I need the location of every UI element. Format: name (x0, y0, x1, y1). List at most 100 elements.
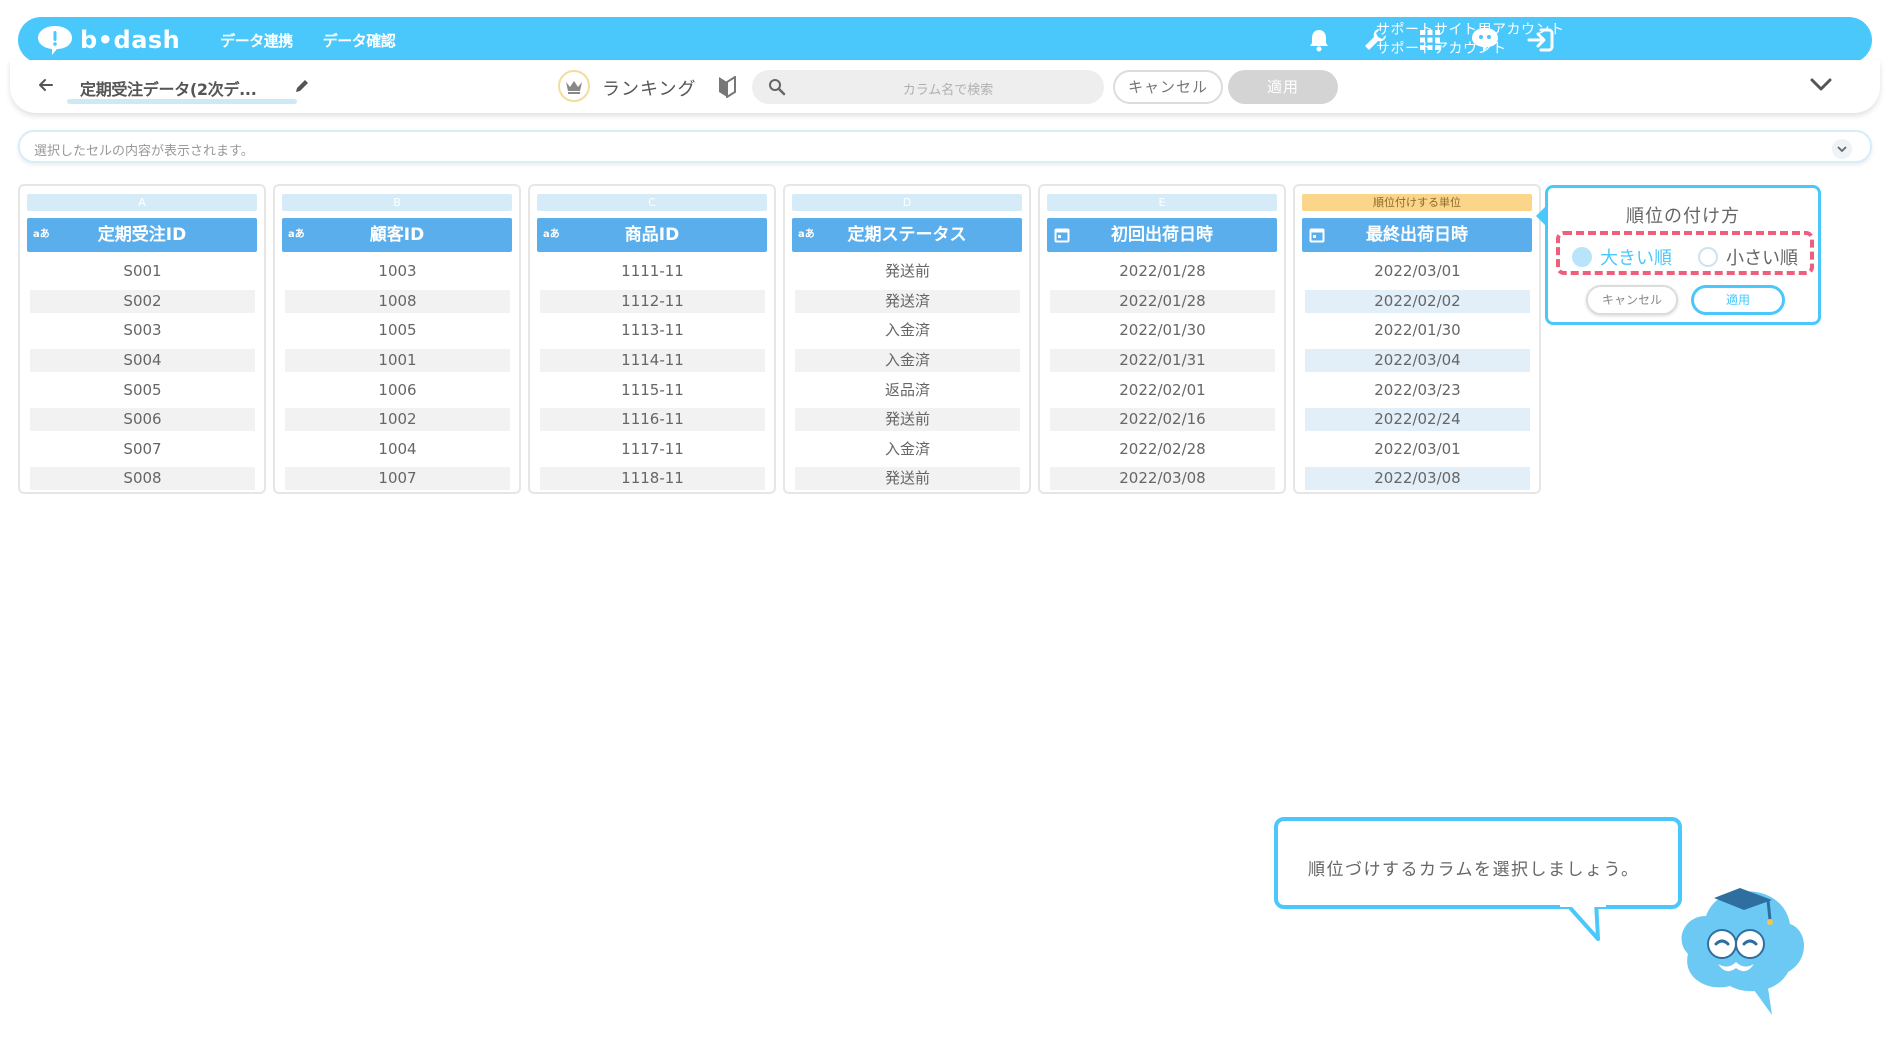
table-cell[interactable]: 2022/02/16 (1050, 408, 1275, 431)
column-card-c[interactable]: C aあ 商品ID 1111-11 1112-11 1113-11 1114-1… (528, 184, 776, 494)
table-cell[interactable]: 2022/03/23 (1305, 379, 1530, 402)
radio-ascending[interactable]: 小さい順 (1698, 244, 1798, 270)
table-cell[interactable]: 2022/03/08 (1305, 467, 1530, 490)
column-card-b[interactable]: B aあ 顧客ID 1003 1008 1005 1001 1006 1002 … (273, 184, 521, 494)
table-cell[interactable]: 2022/02/28 (1050, 438, 1275, 461)
table-cell[interactable]: 2022/03/01 (1305, 260, 1530, 283)
table-cell[interactable]: 1116-11 (540, 408, 765, 431)
column-search-input[interactable]: カラム名で検索 (752, 70, 1104, 104)
pencil-icon[interactable] (294, 78, 310, 98)
column-header[interactable]: aあ 定期受注ID (27, 218, 257, 252)
table-cell[interactable]: S008 (30, 467, 255, 490)
table-cell[interactable]: 1004 (285, 438, 510, 461)
table-cell[interactable]: S003 (30, 319, 255, 342)
calendar-icon (1054, 228, 1070, 243)
table-cell[interactable]: 1005 (285, 319, 510, 342)
column-header[interactable]: aあ 商品ID (537, 218, 767, 252)
text-type-icon: aあ (33, 229, 50, 240)
top-navbar: b•dash データ連携 データ確認 サポートサイト用アカウント サポートアカウ… (18, 17, 1872, 63)
table-cell[interactable]: 2022/01/28 (1050, 260, 1275, 283)
table-cell[interactable]: 発送前 (795, 467, 1020, 490)
table-cell[interactable]: 2022/03/01 (1305, 438, 1530, 461)
column-card-f[interactable]: 順位付けする単位 最終出荷日時 2022/03/01 2022/02/02 20… (1293, 184, 1541, 494)
column-header[interactable]: aあ 顧客ID (282, 218, 512, 252)
table-cell[interactable]: 1115-11 (540, 379, 765, 402)
sheet-name[interactable]: 定期受注データ(2次デ... (80, 76, 257, 100)
grid-icon[interactable] (1413, 23, 1447, 57)
radio-selected-icon (1572, 247, 1592, 267)
logout-icon[interactable] (1523, 23, 1557, 57)
crown-icon (558, 70, 590, 102)
table-cell[interactable]: 1002 (285, 408, 510, 431)
table-cell[interactable]: 2022/01/28 (1050, 290, 1275, 313)
chevron-down-icon[interactable] (1810, 77, 1832, 96)
table-cell[interactable]: 1008 (285, 290, 510, 313)
balloon-tail (1560, 901, 1606, 941)
popover-apply-button[interactable]: 適用 (1691, 285, 1785, 315)
table-cell[interactable]: 1118-11 (540, 467, 765, 490)
logo-text: b•dash (80, 26, 181, 54)
table-cell[interactable]: 1006 (285, 379, 510, 402)
table-cell[interactable]: 1117-11 (540, 438, 765, 461)
table-cell[interactable]: 2022/01/30 (1050, 319, 1275, 342)
table-cell[interactable]: S005 (30, 379, 255, 402)
table-cell[interactable]: 入金済 (795, 438, 1020, 461)
back-arrow-icon[interactable] (38, 77, 54, 97)
popover-cancel-button[interactable]: キャンセル (1586, 285, 1678, 315)
apply-button[interactable]: 適用 (1228, 70, 1338, 104)
column-header[interactable]: 初回出荷日時 (1047, 218, 1277, 252)
table-cell[interactable]: S007 (30, 438, 255, 461)
radio-descending[interactable]: 大きい順 (1572, 244, 1672, 270)
bell-icon[interactable] (1302, 23, 1336, 57)
table-cell[interactable]: 発送前 (795, 260, 1020, 283)
table-cell[interactable]: S001 (30, 260, 255, 283)
table-cell[interactable]: S002 (30, 290, 255, 313)
nav-data-integration[interactable]: データ連携 (220, 30, 293, 51)
table-cell[interactable]: 1001 (285, 349, 510, 372)
table-cell[interactable]: 2022/02/02 (1305, 290, 1530, 313)
mascot-icon (1681, 888, 1804, 1015)
sheet-toolbar: 定期受注データ(2次デ... ランキング カラム名で検索 キャンセル 適用 (10, 60, 1880, 113)
table-cell[interactable]: S006 (30, 408, 255, 431)
nav-data-check[interactable]: データ確認 (323, 30, 396, 51)
table-cell[interactable]: 1003 (285, 260, 510, 283)
table-cell[interactable]: 入金済 (795, 349, 1020, 372)
column-card-d[interactable]: D aあ 定期ステータス 発送前 発送済 入金済 入金済 返品済 発送前 入金済… (783, 184, 1031, 494)
popover-title: 順位の付け方 (1626, 206, 1740, 227)
cancel-button[interactable]: キャンセル (1113, 70, 1223, 104)
expand-chevron-icon[interactable] (1832, 139, 1852, 159)
table-cell[interactable]: S004 (30, 349, 255, 372)
table-cell[interactable]: 1007 (285, 467, 510, 490)
ranking-order-popover: 順位の付け方 大きい順 小さい順 キャンセル 適用 (1536, 185, 1821, 325)
table-cell[interactable]: 1114-11 (540, 349, 765, 372)
radio-descending-label: 大きい順 (1600, 248, 1672, 269)
table-cell[interactable]: 2022/02/24 (1305, 408, 1530, 431)
table-cell[interactable]: 1113-11 (540, 319, 765, 342)
wrench-icon[interactable] (1358, 23, 1392, 57)
table-cell[interactable]: 1111-11 (540, 260, 765, 283)
table-cell[interactable]: 発送前 (795, 408, 1020, 431)
table-cell[interactable]: 1112-11 (540, 290, 765, 313)
table-cell[interactable]: 発送済 (795, 290, 1020, 313)
column-letter: C (537, 194, 767, 211)
beginner-mark-icon[interactable] (718, 75, 736, 102)
table-cell[interactable]: 2022/03/08 (1050, 467, 1275, 490)
column-card-a[interactable]: A aあ 定期受注ID S001 S002 S003 S004 S005 S00… (18, 184, 266, 494)
chat-bot-icon[interactable] (1468, 23, 1502, 57)
table-cell[interactable]: 返品済 (795, 379, 1020, 402)
text-type-icon: aあ (798, 229, 815, 240)
radio-ascending-label: 小さい順 (1726, 248, 1798, 269)
table-cell[interactable]: 2022/02/01 (1050, 379, 1275, 402)
column-header[interactable]: aあ 定期ステータス (792, 218, 1022, 252)
table-cell[interactable]: 2022/01/31 (1050, 349, 1275, 372)
guide-balloon: 順位づけするカラムを選択しましょう。 (1274, 817, 1682, 909)
table-cell[interactable]: 入金済 (795, 319, 1020, 342)
column-header-label: 最終出荷日時 (1366, 225, 1468, 245)
column-letter: B (282, 194, 512, 211)
table-cell[interactable]: 2022/01/30 (1305, 319, 1530, 342)
logo[interactable]: b•dash (36, 24, 180, 56)
column-header[interactable]: 最終出荷日時 (1302, 218, 1532, 252)
column-card-e[interactable]: E 初回出荷日時 2022/01/28 2022/01/28 2022/01/3… (1038, 184, 1286, 494)
table-cell[interactable]: 2022/03/04 (1305, 349, 1530, 372)
cell-content-bar[interactable]: 選択したセルの内容が表示されます。 (18, 130, 1872, 163)
